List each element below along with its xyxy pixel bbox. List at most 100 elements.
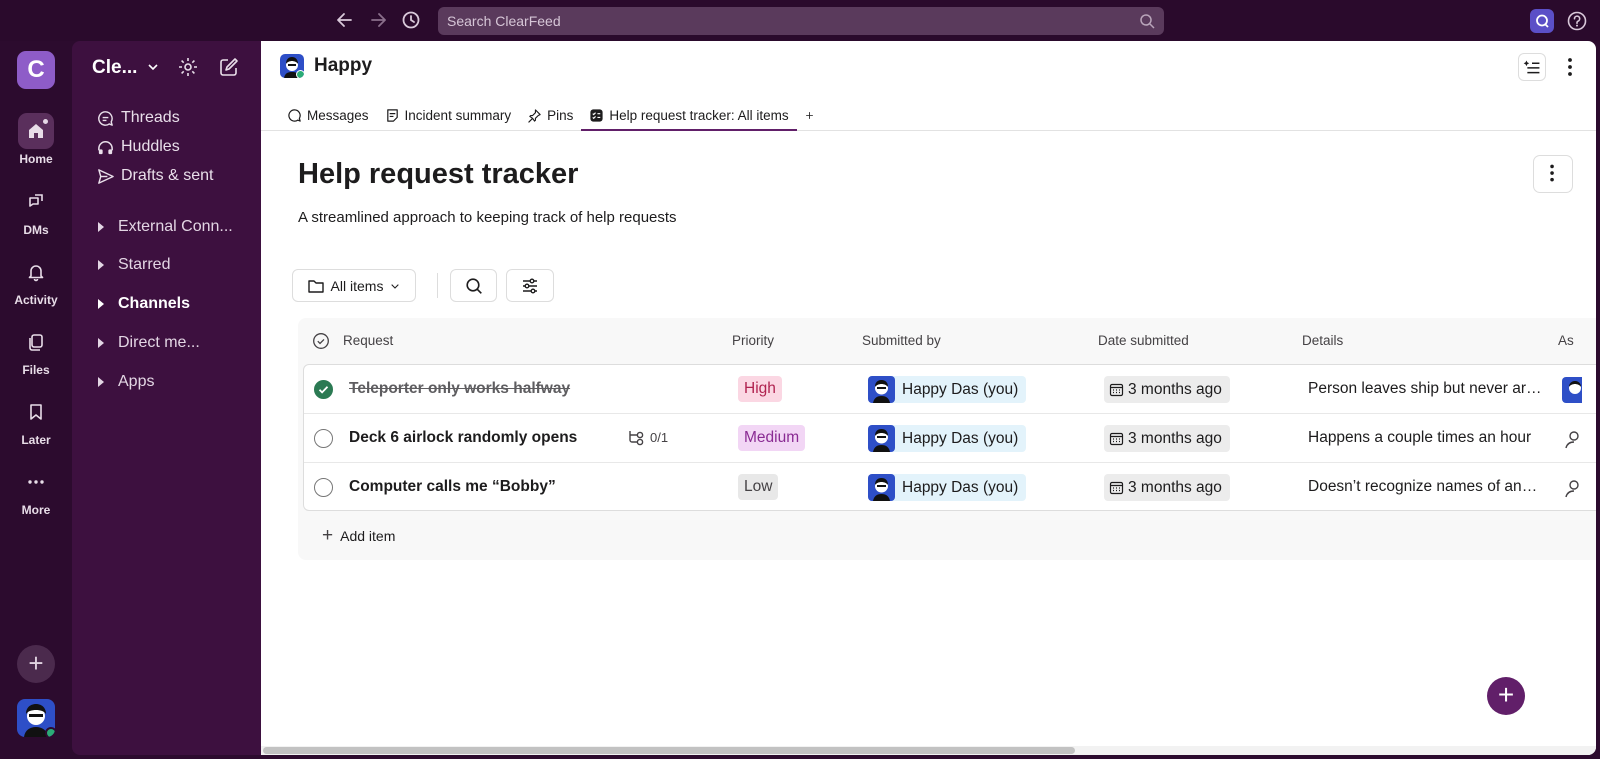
list-description: A streamlined approach to keeping track … xyxy=(298,209,677,226)
folder-icon xyxy=(307,279,324,293)
channel-avatar[interactable] xyxy=(280,54,304,78)
tab-incident-summary[interactable]: Incident summary xyxy=(377,99,520,131)
submitter-chip[interactable]: Happy Das (you) xyxy=(868,425,1027,452)
sidebar-item-label: Drafts & sent xyxy=(121,167,214,184)
horizontal-scrollbar[interactable] xyxy=(261,746,1596,755)
search-bar[interactable]: Search ClearFeed xyxy=(438,7,1164,35)
incomplete-checkbox[interactable] xyxy=(314,429,333,448)
submitter-chip[interactable]: Happy Das (you) xyxy=(868,474,1027,501)
rail-item-more[interactable]: More xyxy=(0,464,72,517)
list-tracker-icon xyxy=(590,108,603,122)
bell-icon xyxy=(18,254,54,290)
priority-badge[interactable]: Medium xyxy=(738,425,806,451)
ai-search-button[interactable] xyxy=(1530,9,1554,33)
add-item-button[interactable]: + Add item xyxy=(322,525,395,547)
column-header-date-submitted[interactable]: Date submitted xyxy=(1098,333,1189,348)
details-cell[interactable]: Happens a couple times an hour xyxy=(1308,429,1544,447)
submitter-chip[interactable]: Happy Das (you) xyxy=(868,376,1027,403)
column-header-submitted-by[interactable]: Submitted by xyxy=(862,333,941,348)
sidebar-section-apps[interactable]: Apps xyxy=(98,370,154,394)
rail-item-files[interactable]: Files xyxy=(0,324,72,377)
details-cell[interactable]: Person leaves ship but never arri... xyxy=(1308,380,1544,398)
date-chip[interactable]: 3 months ago xyxy=(1104,425,1230,452)
chevron-down-icon[interactable] xyxy=(146,60,160,74)
sidebar-section-starred[interactable]: Starred xyxy=(98,253,170,277)
table-row[interactable]: Computer calls me “Bobby” Low Happy Das … xyxy=(304,463,1596,512)
presence-dot xyxy=(296,70,304,78)
date-chip[interactable]: 3 months ago xyxy=(1104,376,1230,403)
rail-item-activity[interactable]: Activity xyxy=(0,254,72,307)
tab-help-request-tracker[interactable]: Help request tracker: All items xyxy=(581,99,798,131)
back-arrow-icon[interactable] xyxy=(334,10,356,32)
column-header-assignee[interactable]: As xyxy=(1558,333,1574,348)
compose-icon[interactable] xyxy=(218,56,240,78)
calendar-icon xyxy=(1109,383,1124,397)
request-title[interactable]: Teleporter only works halfway xyxy=(349,380,570,398)
workspace-logo[interactable]: C xyxy=(17,51,55,89)
history-clock-icon[interactable] xyxy=(400,10,422,32)
sidebar-section-direct-messages[interactable]: Direct me... xyxy=(98,331,200,355)
user-avatar[interactable] xyxy=(17,699,55,737)
gear-icon[interactable] xyxy=(177,56,199,78)
sidebar-item-drafts[interactable]: Drafts & sent xyxy=(96,163,213,189)
request-title[interactable]: Computer calls me “Bobby” xyxy=(349,478,556,496)
date-chip[interactable]: 3 months ago xyxy=(1104,474,1230,501)
column-header-priority[interactable]: Priority xyxy=(732,333,774,348)
subtasks-indicator[interactable]: 0/1 xyxy=(627,428,668,446)
tab-label: Messages xyxy=(307,107,369,123)
column-header-request[interactable]: Request xyxy=(343,333,393,348)
sidebar-item-threads[interactable]: Threads xyxy=(96,105,180,131)
create-new-button[interactable]: + xyxy=(17,645,55,683)
top-bar: Search ClearFeed xyxy=(0,0,1600,41)
sidebar-item-huddles[interactable]: Huddles xyxy=(96,134,180,160)
column-header-details[interactable]: Details xyxy=(1302,333,1343,348)
avatar-illustration-icon xyxy=(873,380,890,403)
calendar-icon xyxy=(1109,481,1124,495)
view-selector-button[interactable]: All items xyxy=(292,269,416,302)
workspace-rail: C Home DMs Activity Files Later More + xyxy=(0,41,72,759)
scrollbar-thumb[interactable] xyxy=(263,747,1075,754)
add-assignee-icon[interactable] xyxy=(1562,426,1582,452)
tab-pins[interactable]: Pins xyxy=(519,99,581,131)
check-all-icon[interactable] xyxy=(312,332,330,350)
completed-checkbox[interactable] xyxy=(314,380,333,399)
rail-item-home[interactable]: Home xyxy=(0,113,72,166)
sidebar-section-channels[interactable]: Channels xyxy=(98,292,190,316)
incomplete-checkbox[interactable] xyxy=(314,478,333,497)
priority-badge[interactable]: Low xyxy=(738,474,779,500)
add-assignee-icon[interactable] xyxy=(1562,475,1582,501)
search-list-button[interactable] xyxy=(450,269,497,302)
assignee-avatar[interactable] xyxy=(1562,377,1582,403)
list-more-button[interactable] xyxy=(1533,155,1573,193)
tab-messages[interactable]: Messages xyxy=(279,99,377,131)
details-cell[interactable]: Doesn’t recognize names of any ... xyxy=(1308,478,1544,496)
section-label: Channels xyxy=(118,295,191,312)
request-title[interactable]: Deck 6 airlock randomly opens xyxy=(349,429,577,447)
avatar-illustration-icon xyxy=(873,429,890,452)
person-add-icon xyxy=(1565,480,1579,498)
sidebar: Cle... Threads Huddles Drafts & sent Ext… xyxy=(72,41,261,755)
priority-badge[interactable]: High xyxy=(738,376,782,402)
section-label: Apps xyxy=(118,373,155,390)
add-tab-button[interactable] xyxy=(797,99,827,131)
rail-item-later[interactable]: Later xyxy=(0,394,72,447)
caret-right-icon xyxy=(98,338,104,348)
date-text: 3 months ago xyxy=(1128,478,1222,496)
tab-label: Help request tracker: All items xyxy=(609,107,789,123)
help-icon[interactable] xyxy=(1566,10,1588,32)
table-row[interactable]: Teleporter only works halfway High Happy… xyxy=(304,365,1596,414)
workspace-name[interactable]: Cle... xyxy=(92,57,137,79)
ai-summary-button[interactable] xyxy=(1518,53,1546,81)
submitter-name: Happy Das (you) xyxy=(902,478,1019,496)
section-label: Direct me... xyxy=(118,334,200,351)
channel-title[interactable]: Happy xyxy=(314,55,372,77)
table-row[interactable]: Deck 6 airlock randomly opens 0/1 Medium… xyxy=(304,414,1596,463)
forward-arrow-icon[interactable] xyxy=(367,10,389,32)
rail-item-dms[interactable]: DMs xyxy=(0,184,72,237)
person-add-icon xyxy=(1565,431,1579,449)
sidebar-section-external[interactable]: External Conn... xyxy=(98,215,233,239)
filter-button[interactable] xyxy=(506,269,554,302)
avatar-illustration-icon xyxy=(1562,377,1582,403)
channel-more-icon[interactable] xyxy=(1558,54,1582,80)
floating-add-button[interactable]: + xyxy=(1487,677,1525,715)
